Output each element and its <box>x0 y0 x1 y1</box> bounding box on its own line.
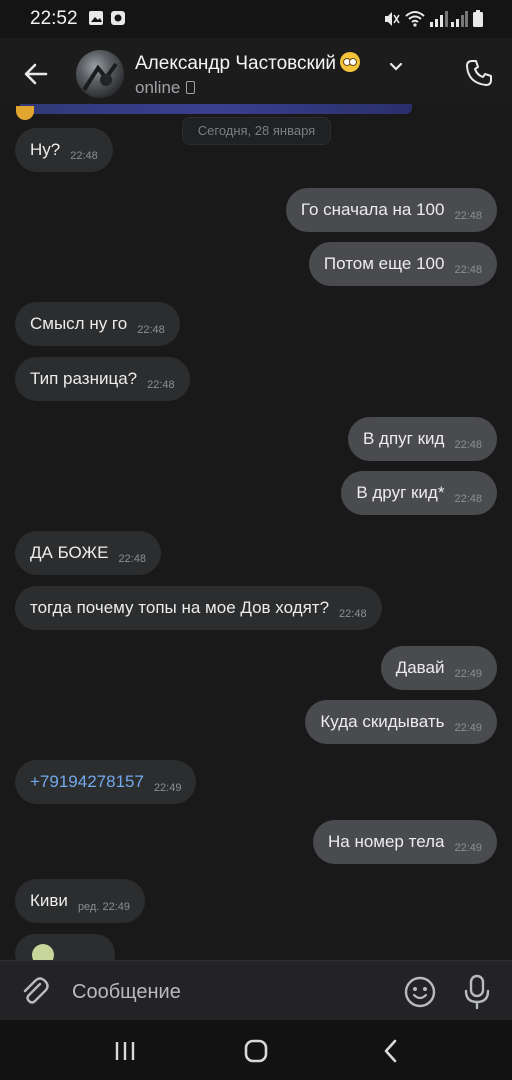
wifi-icon <box>405 11 425 27</box>
message-incoming[interactable]: Тип разница? 22:48 <box>15 357 190 401</box>
message-incoming[interactable]: Ну? 22:48 <box>15 128 113 172</box>
system-nav-bar <box>0 1020 512 1080</box>
phone-number-link[interactable]: +79194278157 <box>30 772 144 792</box>
message-outgoing[interactable]: На номер тела 22:49 <box>312 820 497 864</box>
phone-icon[interactable] <box>464 58 494 88</box>
message-text: ДА БОЖЕ <box>30 543 109 562</box>
contact-status: online <box>135 78 196 98</box>
sticker-icon <box>32 944 54 960</box>
message-text: тогда почему топы на мое Дов ходят? <box>30 598 330 617</box>
message-text: Смысл ну го <box>30 314 128 333</box>
previous-media-badge <box>16 106 34 120</box>
message-time: 22:48 <box>454 493 482 505</box>
home-icon[interactable] <box>241 1036 271 1066</box>
chat-header: Александр Частовский online <box>0 38 512 104</box>
message-time: 22:48 <box>339 608 367 620</box>
flushed-face-emoji-icon <box>340 52 361 72</box>
message-text: На номер тела <box>327 832 445 851</box>
message-text: Давай <box>395 658 445 677</box>
date-separator: Сегодня, 28 января <box>182 117 331 145</box>
message-text: Потом еще 100 <box>323 254 445 273</box>
status-time: 22:52 <box>30 8 78 29</box>
message-time: 22:48 <box>70 150 98 162</box>
avatar[interactable] <box>76 50 124 98</box>
message-text: Киви <box>30 891 68 910</box>
message-outgoing[interactable]: Куда скидывать 22:49 <box>305 700 497 744</box>
message-text: Го сначала на 100 <box>300 200 445 219</box>
avatar-image <box>82 62 118 92</box>
attach-icon[interactable] <box>18 975 52 1009</box>
contact-status-text: online <box>135 78 181 97</box>
message-time: 22:48 <box>147 379 175 391</box>
message-time: ред. 22:49 <box>77 901 130 913</box>
message-time: 22:48 <box>118 553 146 565</box>
app-notification-icon <box>111 11 125 25</box>
message-time: 22:49 <box>454 842 482 854</box>
message-time: 22:48 <box>454 210 482 222</box>
back-arrow-icon[interactable] <box>18 56 54 92</box>
message-text: В дпуг кид <box>363 429 445 448</box>
signal-2-icon <box>451 11 468 27</box>
message-incoming-partial[interactable] <box>15 934 115 960</box>
message-time: 22:49 <box>454 722 482 734</box>
gallery-notification-icon <box>89 11 103 25</box>
chevron-down-icon[interactable] <box>388 58 404 74</box>
contact-name[interactable]: Александр Частовский <box>135 52 361 75</box>
message-outgoing[interactable]: Давай 22:49 <box>380 646 497 690</box>
recents-icon[interactable] <box>110 1036 140 1066</box>
message-time: 22:49 <box>153 782 182 794</box>
message-time: 22:48 <box>454 439 482 451</box>
message-outgoing[interactable]: Потом еще 100 22:48 <box>308 242 497 286</box>
message-outgoing[interactable]: В друг кид* 22:48 <box>341 471 497 515</box>
message-time: 22:48 <box>137 324 165 336</box>
message-incoming[interactable]: ДА БОЖЕ 22:48 <box>15 531 161 575</box>
message-incoming[interactable]: +79194278157 22:49 <box>15 760 197 804</box>
message-incoming[interactable]: Киви ред. 22:49 <box>15 879 145 923</box>
mute-icon <box>385 12 400 26</box>
previous-media-attachment[interactable] <box>20 104 412 114</box>
message-text: Ну? <box>30 140 61 159</box>
message-outgoing[interactable]: В дпуг кид 22:48 <box>348 417 497 461</box>
message-text: Куда скидывать <box>320 712 445 731</box>
composer <box>0 960 512 1021</box>
message-input[interactable] <box>70 975 374 1009</box>
battery-icon <box>473 10 483 27</box>
contact-name-text: Александр Частовский <box>135 53 337 74</box>
message-outgoing[interactable]: Го сначала на 100 22:48 <box>285 188 497 232</box>
message-time: 22:48 <box>454 264 482 276</box>
microphone-icon[interactable] <box>460 973 494 1011</box>
message-list[interactable]: Сегодня, 28 января Ну? 22:48 Го сначала н… <box>0 104 512 960</box>
message-text: В друг кид* <box>356 483 445 502</box>
back-nav-icon[interactable] <box>376 1036 406 1066</box>
message-text: Тип разница? <box>30 369 138 388</box>
signal-1-icon <box>430 11 448 27</box>
status-bar: 22:52 <box>0 0 512 38</box>
message-incoming[interactable]: тогда почему топы на мое Дов ходят? 22:48 <box>15 586 382 630</box>
message-incoming[interactable]: Смысл ну го 22:48 <box>15 302 180 346</box>
emoji-icon[interactable] <box>403 975 437 1009</box>
message-time: 22:49 <box>454 668 482 680</box>
mobile-device-icon <box>186 81 196 94</box>
